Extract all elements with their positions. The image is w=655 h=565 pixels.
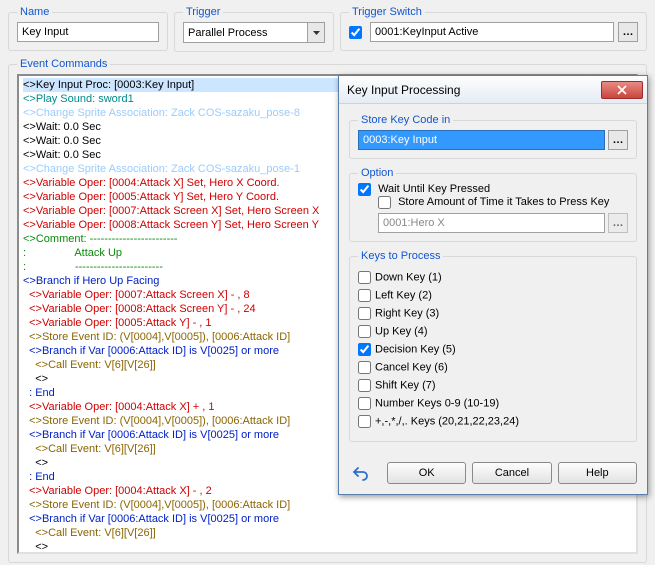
- trigger-value: Parallel Process: [184, 27, 307, 39]
- key-label: Down Key (1): [375, 271, 442, 283]
- trigger-select[interactable]: Parallel Process: [183, 22, 325, 43]
- key-option[interactable]: Number Keys 0-9 (10-19): [358, 397, 628, 410]
- event-commands-legend: Event Commands: [17, 58, 110, 70]
- key-label: Up Key (4): [375, 325, 428, 337]
- name-legend: Name: [17, 6, 52, 18]
- key-option[interactable]: Shift Key (7): [358, 379, 628, 392]
- trigger-switch-input[interactable]: [370, 22, 614, 42]
- key-option[interactable]: Up Key (4): [358, 325, 628, 338]
- key-checkbox[interactable]: [358, 343, 371, 356]
- ok-button[interactable]: OK: [387, 462, 466, 484]
- dialog-titlebar[interactable]: Key Input Processing: [339, 76, 647, 104]
- store-var-input[interactable]: [358, 130, 605, 150]
- key-label: Right Key (3): [375, 307, 439, 319]
- store-time-option[interactable]: Store Amount of Time it Takes to Press K…: [378, 196, 609, 208]
- wait-checkbox[interactable]: [358, 183, 371, 196]
- key-label: Left Key (2): [375, 289, 432, 301]
- key-option[interactable]: Cancel Key (6): [358, 361, 628, 374]
- chevron-down-icon[interactable]: [307, 23, 324, 42]
- command-line[interactable]: <>: [23, 540, 632, 554]
- key-checkbox[interactable]: [358, 361, 371, 374]
- key-checkbox[interactable]: [358, 325, 371, 338]
- key-label: Shift Key (7): [375, 379, 436, 391]
- key-option[interactable]: Decision Key (5): [358, 343, 628, 356]
- store-var-browse-button[interactable]: …: [608, 130, 628, 150]
- store-legend: Store Key Code in: [358, 114, 453, 126]
- key-checkbox[interactable]: [358, 307, 371, 320]
- command-line[interactable]: <>Store Event ID: (V[0004],V[0005]), [00…: [23, 498, 632, 512]
- key-checkbox[interactable]: [358, 289, 371, 302]
- wait-option[interactable]: Wait Until Key Pressed: [358, 183, 490, 195]
- trigger-switch-browse-button[interactable]: …: [618, 22, 638, 42]
- trigger-switch-legend: Trigger Switch: [349, 6, 425, 18]
- key-label: Decision Key (5): [375, 343, 456, 355]
- undo-button[interactable]: [349, 462, 371, 484]
- dialog-title: Key Input Processing: [347, 83, 601, 97]
- key-option[interactable]: Left Key (2): [358, 289, 628, 302]
- wait-label: Wait Until Key Pressed: [378, 183, 490, 195]
- store-time-label: Store Amount of Time it Takes to Press K…: [398, 196, 609, 208]
- key-checkbox[interactable]: [358, 397, 371, 410]
- command-line[interactable]: <>Call Event: V[6][V[26]]: [23, 526, 632, 540]
- store-time-browse-button: …: [608, 213, 628, 233]
- store-time-var-input: [378, 213, 605, 233]
- key-option[interactable]: +,-,*,/,. Keys (20,21,22,23,24): [358, 415, 628, 428]
- close-button[interactable]: [601, 81, 643, 99]
- cancel-button[interactable]: Cancel: [472, 462, 551, 484]
- key-option[interactable]: Down Key (1): [358, 271, 628, 284]
- key-label: +,-,*,/,. Keys (20,21,22,23,24): [375, 415, 519, 427]
- keys-legend: Keys to Process: [358, 250, 443, 262]
- help-button[interactable]: Help: [558, 462, 637, 484]
- key-label: Number Keys 0-9 (10-19): [375, 397, 499, 409]
- trigger-legend: Trigger: [183, 6, 223, 18]
- name-input[interactable]: [17, 22, 159, 42]
- option-legend: Option: [358, 167, 396, 179]
- command-line[interactable]: <>Branch if Var [0006:Attack ID] is V[00…: [23, 512, 632, 526]
- key-checkbox[interactable]: [358, 415, 371, 428]
- store-time-checkbox[interactable]: [378, 196, 391, 209]
- trigger-switch-checkbox[interactable]: [349, 26, 362, 39]
- key-label: Cancel Key (6): [375, 361, 448, 373]
- key-checkbox[interactable]: [358, 379, 371, 392]
- key-checkbox[interactable]: [358, 271, 371, 284]
- key-option[interactable]: Right Key (3): [358, 307, 628, 320]
- key-input-dialog: Key Input Processing Store Key Code in ……: [338, 75, 648, 495]
